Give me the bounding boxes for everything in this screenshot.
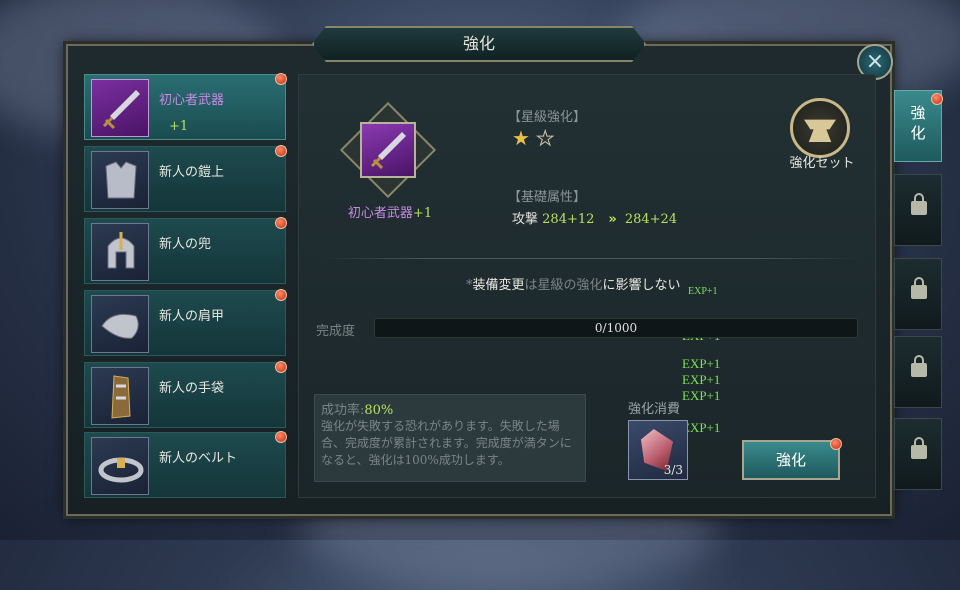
star-enhance-label: 【星級強化】 bbox=[508, 110, 587, 125]
tab-locked-2[interactable] bbox=[894, 258, 942, 330]
cost-label: 強化消費 bbox=[628, 402, 681, 417]
enhance-button[interactable]: 強化 bbox=[742, 440, 840, 480]
progress-label: 完成度 bbox=[316, 324, 356, 339]
notice-text: *装備変更は星級の強化に影響しない bbox=[466, 278, 681, 293]
equipment-name: 新人の鎧上 bbox=[159, 165, 225, 180]
equipment-name: 新人の肩甲 bbox=[159, 309, 225, 324]
lock-icon bbox=[911, 193, 927, 215]
tab-locked-4[interactable] bbox=[894, 418, 942, 490]
tab-locked-3[interactable] bbox=[894, 336, 942, 408]
equipment-item-weapon[interactable]: 初心者武器 +1 bbox=[84, 73, 287, 140]
equipment-level: +1 bbox=[169, 119, 189, 134]
lock-icon bbox=[911, 437, 927, 459]
star-rating: ★ ★ bbox=[512, 126, 555, 151]
helmet-icon bbox=[91, 223, 149, 281]
exp-popup: EXP+1 bbox=[688, 286, 718, 297]
equipment-item-pauldron[interactable]: 新人の肩甲 bbox=[84, 289, 287, 356]
notification-dot bbox=[275, 431, 287, 443]
equipment-name: 新人のベルト bbox=[159, 451, 238, 466]
selected-item-name: 初心者武器+1 bbox=[347, 206, 433, 221]
star-filled-icon: ★ bbox=[512, 126, 530, 150]
notification-dot bbox=[275, 289, 287, 301]
equipment-item-gloves[interactable]: 新人の手袋 bbox=[84, 361, 287, 428]
gloves-icon bbox=[91, 367, 149, 425]
double-arrow-icon: » bbox=[608, 212, 617, 227]
notification-dot bbox=[275, 217, 287, 229]
pauldron-icon bbox=[91, 295, 149, 353]
equipment-item-belt[interactable]: 新人のベルト bbox=[84, 431, 287, 498]
notification-dot bbox=[830, 438, 842, 450]
equipment-list: 初心者武器 +1 新人の鎧上 新人の兜 新人の肩甲 新人の手袋 新人のベルト bbox=[84, 73, 290, 498]
exp-popup: EXP+1 bbox=[682, 388, 721, 403]
equipment-name: 初心者武器 bbox=[159, 93, 225, 108]
attack-attribute: 攻撃 284+12» 284+24 bbox=[512, 212, 678, 227]
equipment-name: 新人の兜 bbox=[159, 237, 212, 252]
exp-popup: EXP+1 bbox=[682, 372, 721, 387]
star-empty-icon: ★ bbox=[536, 126, 555, 151]
selected-item-frame bbox=[339, 101, 437, 199]
lock-icon bbox=[911, 277, 927, 299]
notification-dot bbox=[275, 361, 287, 373]
lock-icon bbox=[911, 355, 927, 377]
tab-label: 強化 bbox=[910, 104, 926, 142]
equipment-name: 新人の手袋 bbox=[159, 381, 225, 396]
enhance-material-slot[interactable]: 3/3 bbox=[628, 420, 688, 480]
equipment-item-helmet[interactable]: 新人の兜 bbox=[84, 217, 287, 284]
rate-description: 強化が失敗する恐れがあります。失敗した場合、完成度が累計されます。完成度が満タン… bbox=[321, 419, 572, 467]
enhance-set-button[interactable]: 強化セット bbox=[786, 98, 856, 171]
belt-icon bbox=[91, 437, 149, 495]
notification-dot bbox=[931, 93, 943, 105]
progress-bar: 0/1000 bbox=[374, 318, 858, 338]
sword-icon bbox=[91, 79, 149, 137]
equipment-item-armor[interactable]: 新人の鎧上 bbox=[84, 145, 287, 212]
exp-popup: EXP+1 bbox=[682, 356, 721, 371]
progress-text: 0/1000 bbox=[594, 321, 638, 335]
armor-icon bbox=[91, 151, 149, 209]
notification-dot bbox=[275, 73, 287, 85]
tab-enhance[interactable]: 強化 bbox=[894, 90, 943, 162]
success-rate-box: 成功率:80% 強化が失敗する恐れがあります。失敗した場合、完成度が累計されます… bbox=[314, 394, 586, 482]
base-attr-label: 【基礎属性】 bbox=[508, 190, 587, 205]
material-count: 3/3 bbox=[663, 463, 683, 477]
window-title: 強化 bbox=[312, 26, 646, 62]
sword-icon bbox=[360, 122, 416, 178]
close-icon: × bbox=[865, 49, 885, 74]
divider bbox=[320, 258, 860, 259]
tab-locked-1[interactable] bbox=[894, 174, 942, 246]
notification-dot bbox=[275, 145, 287, 157]
